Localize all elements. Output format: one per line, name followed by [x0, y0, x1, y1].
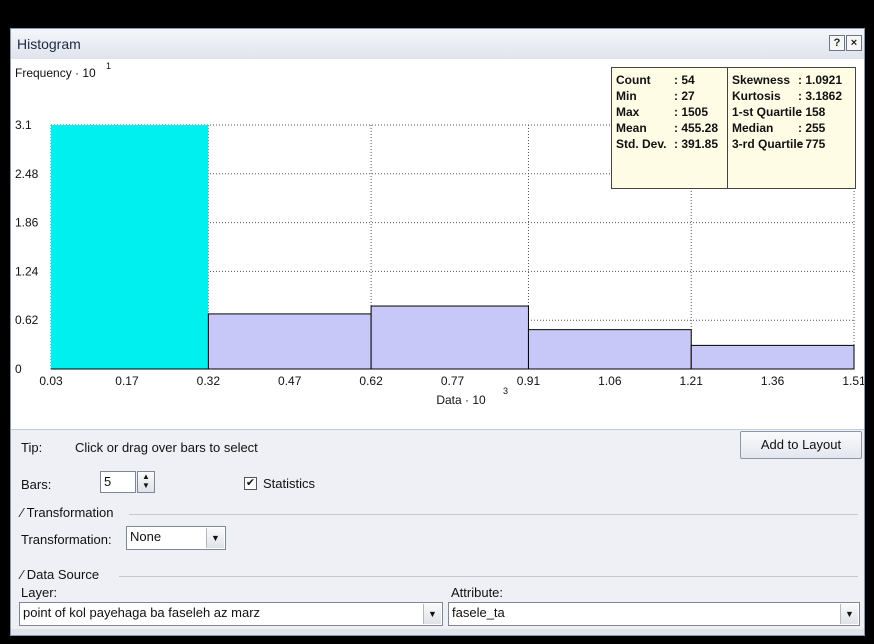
- histogram-bar[interactable]: [370, 305, 529, 370]
- window-title: Histogram: [17, 36, 81, 52]
- statistics-panel: Count: 54 Min: 27 Max: 1505 Mean: 455.28 Std…: [611, 67, 856, 189]
- y-axis-title: Frequency · 10: [15, 66, 96, 80]
- help-button[interactable]: ?: [829, 35, 845, 51]
- bars-label: Bars:: [21, 477, 52, 492]
- stat-value: : 391.85: [674, 137, 719, 151]
- stat-value: : 775: [798, 137, 826, 151]
- data-source-divider: [119, 576, 858, 577]
- x-axis-exponent: 3: [503, 386, 508, 396]
- histogram-bar[interactable]: [527, 329, 692, 370]
- close-button[interactable]: ×: [846, 35, 862, 51]
- tip-text: Click or drag over bars to select: [75, 440, 258, 455]
- bars-input[interactable]: 5: [100, 471, 136, 493]
- y-tick-label: 3.1: [15, 118, 32, 132]
- transformation-group-label: ⁄ Transformation: [21, 505, 114, 520]
- histogram-bar[interactable]: [51, 125, 209, 369]
- stats-divider: [727, 68, 728, 188]
- x-tick-label: 0.17: [115, 374, 139, 388]
- stat-row: Min : 27: [616, 88, 726, 104]
- stat-row: 3-rd Quartile: 775: [732, 136, 854, 152]
- stat-row: Max : 1505: [616, 104, 726, 120]
- statistics-label: Statistics: [263, 476, 316, 491]
- x-tick-label: 1.36: [761, 374, 785, 388]
- stat-row: 1-st Quartile: 158: [732, 104, 854, 120]
- x-tick-label: 0.47: [278, 374, 302, 388]
- stat-key: Std. Dev.: [616, 137, 667, 151]
- x-tick-label: 0.03: [39, 374, 63, 388]
- stat-value: : 255: [798, 121, 826, 135]
- stat-key: Count: [616, 73, 651, 87]
- stat-value: : 158: [798, 105, 826, 119]
- histogram-window: Histogram ? × 0 0.62 1.24 1.86 2.48 3.1 0.03 0.…: [10, 28, 865, 636]
- y-tick-label: 2.48: [15, 167, 39, 181]
- layer-value: point of kol payehaga ba faseleh az marz: [23, 605, 261, 620]
- layer-select[interactable]: point of kol payehaga ba faseleh az marz…: [19, 602, 443, 626]
- statistics-checkbox[interactable]: ✔: [244, 477, 257, 490]
- stat-key: Mean: [616, 121, 647, 135]
- x-tick-label: 0.77: [441, 374, 465, 388]
- stat-row: Count : 54: [616, 72, 726, 88]
- stat-row: Mean : 455.28: [616, 120, 726, 136]
- transformation-value: None: [130, 529, 162, 544]
- attribute-select[interactable]: fasele_ta ▼: [448, 602, 860, 626]
- stat-row: Skewness : 1.0921: [732, 72, 854, 88]
- add-to-layout-button[interactable]: Add to Layout: [740, 431, 862, 459]
- x-tick-label: 1.51: [842, 374, 864, 388]
- stat-value: : 3.1862: [798, 89, 843, 103]
- stat-row: Std. Dev. : 391.85: [616, 136, 726, 152]
- stat-key: Skewness: [732, 73, 791, 87]
- histogram-plot[interactable]: 0 0.62 1.24 1.86 2.48 3.1 0.03 0.17 0.32 0.47 0.62…: [11, 59, 864, 430]
- y-tick-label: 0: [15, 362, 22, 376]
- spin-up-icon[interactable]: ▲: [138, 472, 154, 481]
- y-tick-label: 1.86: [15, 216, 39, 230]
- stat-row: Median : 255: [732, 120, 854, 136]
- layer-label: Layer:: [21, 585, 58, 600]
- transformation-select[interactable]: None ▼: [126, 526, 226, 550]
- stat-key: 1-st Quartile: [732, 105, 803, 119]
- stat-value: : 1505: [674, 105, 709, 119]
- stat-key: 3-rd Quartile: [732, 137, 804, 151]
- data-source-group-label: ⁄ Data Source: [21, 567, 100, 582]
- stat-value: : 1.0921: [798, 73, 843, 87]
- bars-spinner[interactable]: ▲ ▼: [137, 471, 155, 493]
- stat-value: : 455.28: [674, 121, 719, 135]
- transformation-label: Transformation:: [21, 532, 112, 547]
- histogram-bar[interactable]: [690, 344, 855, 370]
- chevron-down-icon[interactable]: ▼: [840, 604, 858, 624]
- status-bar: [11, 629, 864, 635]
- stat-row: Kurtosis : 3.1862: [732, 88, 854, 104]
- chevron-down-icon[interactable]: ▼: [206, 528, 224, 548]
- y-tick-label: 0.62: [15, 313, 39, 327]
- y-axis-exponent: 1: [106, 61, 111, 71]
- stat-value: : 27: [674, 89, 695, 103]
- histogram-bar[interactable]: [207, 313, 372, 370]
- x-tick-label: 1.06: [598, 374, 622, 388]
- title-bar: Histogram ? ×: [11, 29, 864, 60]
- x-tick-label: 0.32: [197, 374, 221, 388]
- attribute-label: Attribute:: [451, 585, 504, 600]
- x-axis-title: Data · 10: [436, 393, 486, 407]
- stat-key: Max: [616, 105, 640, 119]
- spin-down-icon[interactable]: ▼: [138, 481, 154, 490]
- transformation-divider: [129, 514, 858, 515]
- stat-value: : 54: [674, 73, 695, 87]
- stat-key: Median: [732, 121, 774, 135]
- x-tick-label: 0.62: [359, 374, 383, 388]
- chevron-down-icon[interactable]: ▼: [423, 604, 441, 624]
- tip-label: Tip:: [21, 440, 43, 455]
- x-tick-label: 0.91: [517, 374, 541, 388]
- stat-key: Min: [616, 89, 637, 103]
- attribute-value: fasele_ta: [452, 605, 505, 620]
- x-tick-label: 1.21: [680, 374, 704, 388]
- y-tick-label: 1.24: [15, 264, 39, 278]
- stat-key: Kurtosis: [732, 89, 781, 103]
